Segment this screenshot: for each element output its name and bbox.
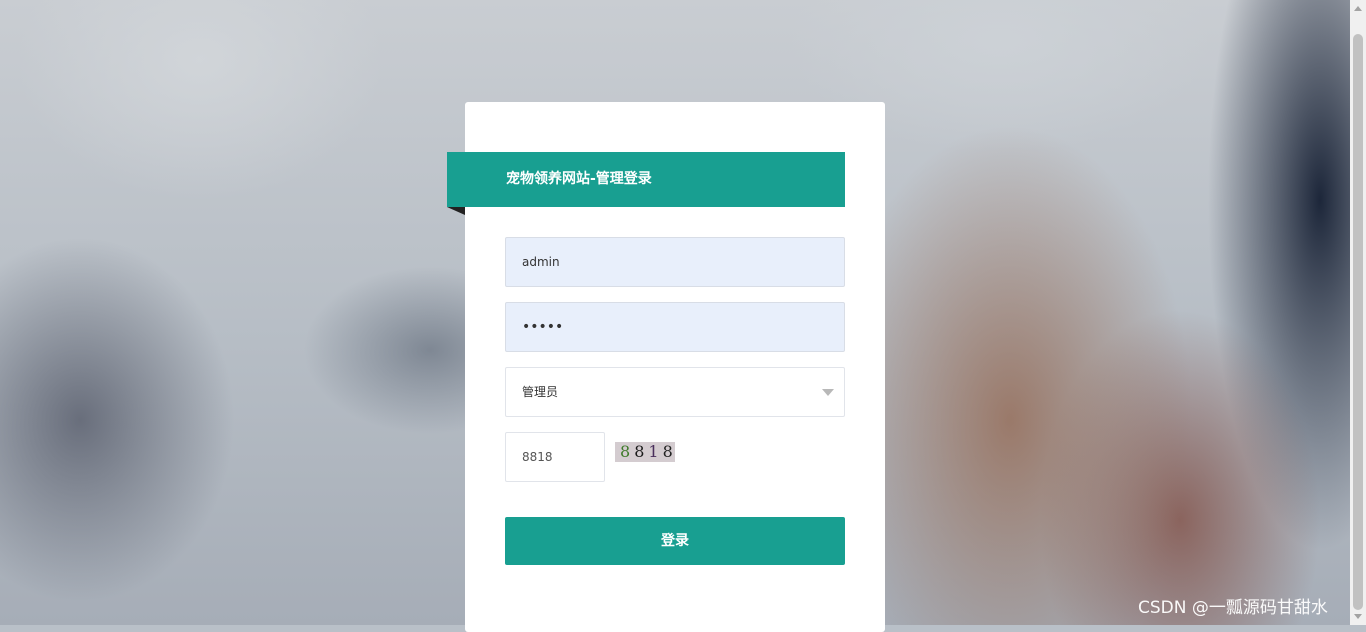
verify-code-value: 8818 [522, 450, 553, 464]
captcha-digit: 8 [634, 442, 649, 461]
captcha-image[interactable]: 8818 [615, 442, 675, 462]
scroll-up-arrow-icon[interactable] [1354, 6, 1362, 11]
captcha-digit: 8 [662, 442, 675, 461]
ribbon-fold-decoration [447, 207, 465, 215]
username-input[interactable]: admin [505, 237, 845, 287]
scroll-down-arrow-icon[interactable] [1354, 614, 1362, 619]
chevron-down-icon [822, 389, 834, 396]
captcha-digit: 8 [620, 442, 635, 461]
role-select[interactable]: 管理员 [505, 367, 845, 417]
verify-code-input[interactable]: 8818 [505, 432, 605, 482]
scrollbar-thumb[interactable] [1353, 34, 1363, 610]
username-value: admin [522, 255, 560, 269]
password-input[interactable]: ••••• [505, 302, 845, 352]
captcha-digit: 1 [648, 442, 663, 461]
page-title: 宠物领养网站-管理登录 [506, 171, 652, 187]
csdn-watermark: CSDN @一瓢源码甘甜水 [1138, 598, 1328, 618]
vertical-scrollbar[interactable] [1350, 0, 1366, 625]
role-selected-value: 管理员 [522, 385, 559, 399]
password-value: ••••• [522, 319, 564, 335]
header-ribbon: 宠物领养网站-管理登录 [447, 152, 845, 207]
login-button[interactable]: 登录 [505, 517, 845, 565]
